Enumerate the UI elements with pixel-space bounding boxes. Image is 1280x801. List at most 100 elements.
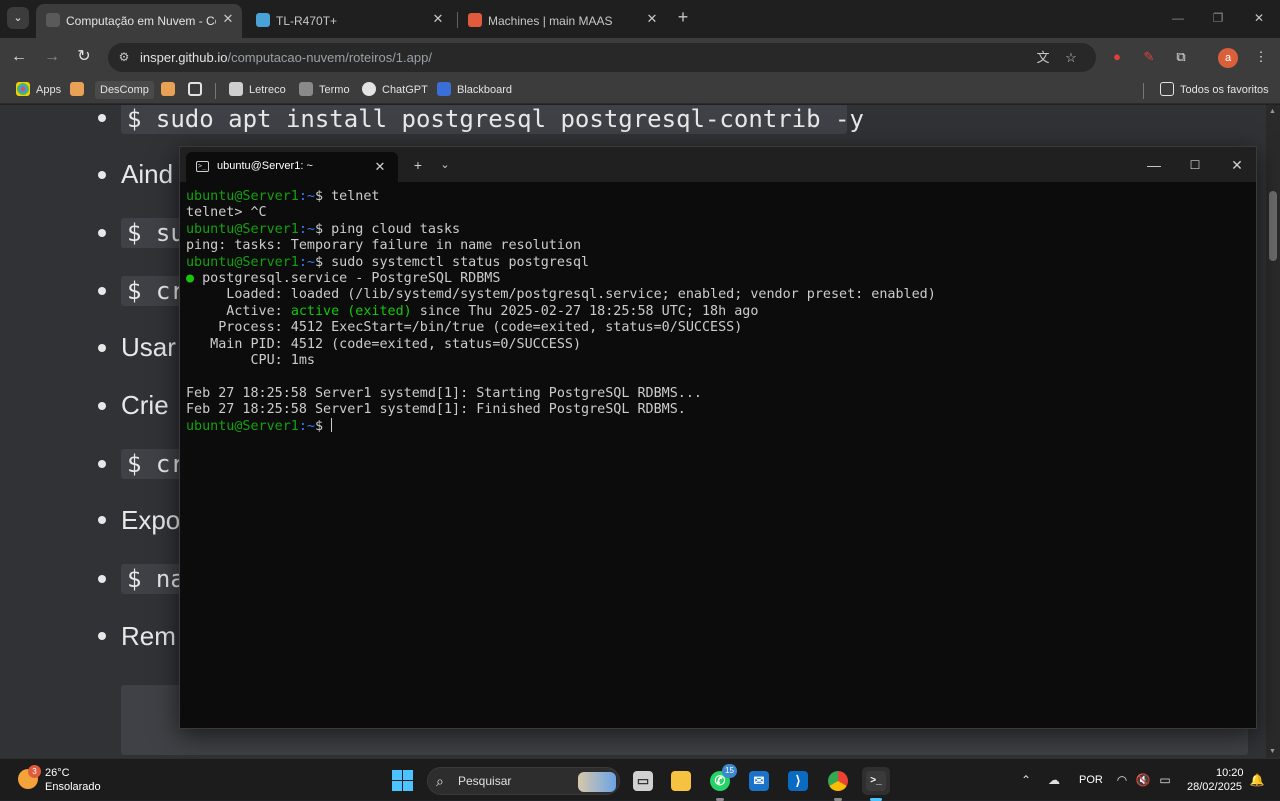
terminal-tab[interactable]: >_ ubuntu@Server1: ~ ✕ xyxy=(186,152,398,182)
prompt-path: :~ xyxy=(298,254,315,270)
bookmark-descomp[interactable]: DesComp xyxy=(95,81,154,99)
vscode-button[interactable]: ⟩ xyxy=(784,767,812,795)
terminal-minimize-button[interactable]: — xyxy=(1146,157,1162,173)
show-hidden-icons-chevron-icon[interactable]: ⌃ xyxy=(1018,772,1034,788)
reload-button[interactable]: ↻ xyxy=(74,47,94,67)
terminal-window[interactable]: >_ ubuntu@Server1: ~ ✕ + ⌄ — ☐ ✕ ubuntu@… xyxy=(179,146,1257,729)
battery-icon[interactable]: ▭ xyxy=(1157,772,1173,788)
bookmark-letreco[interactable]: Letreco xyxy=(229,81,286,99)
bookmark-label: Letreco xyxy=(249,84,286,96)
chrome-icon xyxy=(828,771,848,791)
extension-stop-icon[interactable]: ● xyxy=(1108,48,1126,66)
taskbar-search[interactable]: ⌕ Pesquisar xyxy=(427,767,620,795)
bookmark-chatgpt[interactable]: ChatGPT xyxy=(362,81,428,99)
browser-toolbar: ← → ↻ ⚙ insper.github.io/computacao-nuve… xyxy=(0,38,1280,76)
command-text: ping cloud tasks xyxy=(331,221,461,237)
terminal-line: ping: tasks: Temporary failure in name r… xyxy=(186,238,1252,254)
all-bookmarks-button[interactable]: Todos os favoritos xyxy=(1160,81,1269,99)
tab-tl-r470t[interactable]: TL-R470T+ ✕ xyxy=(246,4,452,38)
translate-icon[interactable]: 文 xyxy=(1034,49,1052,67)
outlook-icon: ✉ xyxy=(749,771,769,791)
letreco-icon xyxy=(229,82,243,96)
bookmark-folder[interactable] xyxy=(70,81,84,99)
terminal-maximize-button[interactable]: ☐ xyxy=(1187,157,1203,173)
text-cursor xyxy=(331,418,333,433)
chrome-button[interactable] xyxy=(824,767,852,801)
terminal-titlebar[interactable]: >_ ubuntu@Server1: ~ ✕ + ⌄ — ☐ ✕ xyxy=(180,147,1256,182)
list-text: Rem xyxy=(121,621,176,651)
tab-close-icon[interactable]: ✕ xyxy=(644,11,660,27)
list-bullet xyxy=(98,632,106,640)
back-button[interactable]: ← xyxy=(9,47,29,67)
terminal-line: Feb 27 18:25:58 Server1 systemd[1]: Star… xyxy=(186,386,1252,402)
wifi-icon[interactable]: ◠ xyxy=(1114,772,1130,788)
new-tab-button[interactable]: + xyxy=(674,8,692,26)
terminal-taskbar-button[interactable]: >_ xyxy=(862,767,890,801)
output-text: ping: tasks: Temporary failure in name r… xyxy=(186,238,582,254)
prompt-sign: $ xyxy=(315,221,332,237)
clock-time[interactable]: 10:20 xyxy=(1216,767,1244,779)
bookmark-separator xyxy=(1143,83,1144,99)
start-button[interactable] xyxy=(392,770,414,792)
tab-search-button[interactable]: ⌄ xyxy=(7,7,29,29)
forward-button[interactable]: → xyxy=(42,47,62,67)
bookmark-star-icon[interactable]: ☆ xyxy=(1062,49,1080,67)
windows-logo-icon xyxy=(392,770,402,780)
prompt-sign: $ xyxy=(315,189,332,204)
notifications-bell-icon[interactable]: 🔔 xyxy=(1249,772,1265,788)
terminal-output[interactable]: ubuntu@Server1:~$ telnet telnet> ^C ubuntu… xyxy=(186,189,1252,719)
tab-machines-maas[interactable]: Machines | main MAAS ✕ xyxy=(458,4,666,38)
output-text: Main PID: 4512 (code=exited, status=0/SU… xyxy=(186,336,582,352)
browser-tab-strip: ⌄ Computação em Nuvem - Com ✕ TL-R470T+ … xyxy=(0,0,1280,38)
input-language[interactable]: POR xyxy=(1079,774,1103,786)
profile-avatar[interactable]: a xyxy=(1218,48,1238,68)
code-snippet[interactable]: $ sudo apt install postgresql postgresql… xyxy=(121,105,864,134)
github-favicon-icon xyxy=(46,13,60,27)
scroll-down-arrow-icon[interactable]: ▼ xyxy=(1269,748,1276,755)
vscode-icon: ⟩ xyxy=(788,771,808,791)
bookmark-termo[interactable]: Termo xyxy=(299,81,350,99)
bookmark-blackboard[interactable]: Blackboard xyxy=(437,81,512,99)
bookmark-grid[interactable] xyxy=(188,81,202,99)
tab-close-icon[interactable]: ✕ xyxy=(220,11,236,27)
volume-muted-icon[interactable]: 🔇 xyxy=(1135,772,1151,788)
url-host: insper.github.io xyxy=(140,50,228,65)
weather-badge: 3 xyxy=(28,765,41,778)
bookmark-apps[interactable]: Apps xyxy=(16,81,61,99)
extension-pen-icon[interactable]: ✎ xyxy=(1140,48,1158,66)
close-window-button[interactable]: ✕ xyxy=(1251,10,1267,26)
restore-window-button[interactable]: ❐ xyxy=(1210,10,1226,26)
terminal-new-tab-button[interactable]: + xyxy=(410,157,426,173)
list-bullet xyxy=(98,171,106,179)
clock-date[interactable]: 28/02/2025 xyxy=(1187,781,1242,793)
terminal-close-button[interactable]: ✕ xyxy=(1229,157,1245,173)
whatsapp-button[interactable]: ✆ 15 xyxy=(706,764,737,801)
task-view-button[interactable]: ▭ xyxy=(629,767,657,795)
onedrive-cloud-icon[interactable]: ☁ xyxy=(1046,772,1062,788)
kebab-menu-icon[interactable]: ⋮ xyxy=(1252,48,1270,66)
terminal-tab-close-icon[interactable]: ✕ xyxy=(372,159,388,175)
blackboard-icon xyxy=(437,82,451,96)
tab-close-icon[interactable]: ✕ xyxy=(430,11,446,27)
folder-outline-icon xyxy=(1160,82,1174,96)
terminal-dropdown-chevron-icon[interactable]: ⌄ xyxy=(437,157,453,173)
outlook-button[interactable]: ✉ xyxy=(745,767,773,795)
terminal-line: CPU: 1ms xyxy=(186,353,1252,369)
arrow-left-icon: ← xyxy=(11,48,27,65)
minimize-window-button[interactable]: — xyxy=(1170,10,1186,26)
maas-favicon-icon xyxy=(468,13,482,27)
list-bullet xyxy=(98,460,106,468)
address-bar[interactable]: ⚙ insper.github.io/computacao-nuvem/rote… xyxy=(108,43,1096,72)
address-url[interactable]: insper.github.io/computacao-nuvem/roteir… xyxy=(140,50,432,65)
scrollbar-thumb[interactable] xyxy=(1269,191,1277,261)
scroll-up-arrow-icon[interactable]: ▲ xyxy=(1269,108,1276,115)
file-explorer-button[interactable] xyxy=(667,767,695,795)
prompt-user: ubuntu@Server1 xyxy=(186,254,299,270)
page-scrollbar[interactable]: ▲ ▼ xyxy=(1266,105,1280,758)
site-info-icon[interactable]: ⚙ xyxy=(116,49,132,65)
output-text: Loaded: loaded (/lib/systemd/system/post… xyxy=(186,287,936,303)
tab-computacao-nuvem[interactable]: Computação em Nuvem - Com ✕ xyxy=(36,4,242,38)
arrow-right-icon: → xyxy=(44,48,60,65)
extensions-puzzle-icon[interactable]: ⧉ xyxy=(1172,48,1190,66)
bookmark-folder-2[interactable] xyxy=(161,81,175,99)
